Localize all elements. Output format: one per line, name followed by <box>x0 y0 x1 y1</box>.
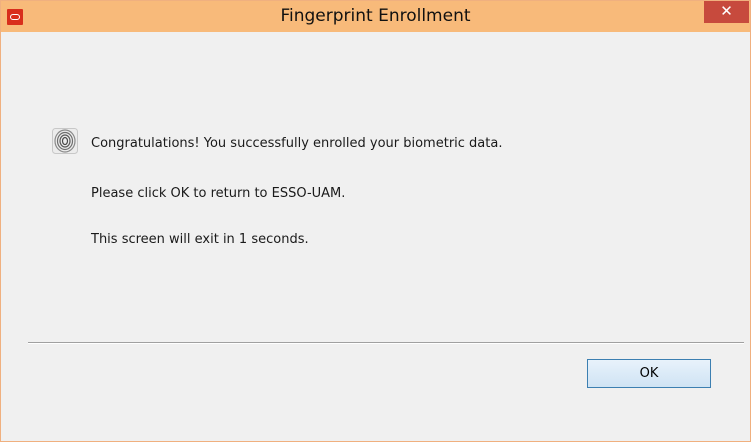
dialog-window: Fingerprint Enrollment ✕ Congratulations… <box>0 0 751 442</box>
ok-button[interactable]: OK <box>587 359 711 388</box>
window-title: Fingerprint Enrollment <box>280 6 471 26</box>
fingerprint-icon <box>52 128 78 154</box>
footer-divider <box>28 342 744 344</box>
instruction-message: Please click OK to return to ESSO-UAM. <box>91 186 346 201</box>
close-icon[interactable]: ✕ <box>704 1 749 23</box>
title-bar[interactable]: Fingerprint Enrollment ✕ <box>1 1 750 32</box>
countdown-message: This screen will exit in 1 seconds. <box>91 232 309 247</box>
success-message: Congratulations! You successfully enroll… <box>91 136 503 151</box>
